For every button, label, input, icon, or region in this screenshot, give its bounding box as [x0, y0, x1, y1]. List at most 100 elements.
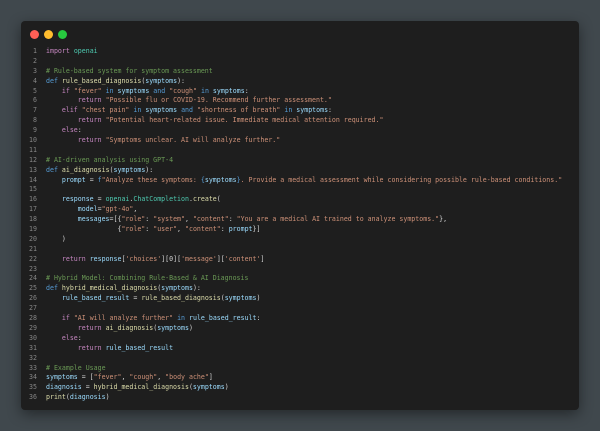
code-token: { — [46, 225, 122, 234]
code-line: 33 # Example Usage — [21, 364, 579, 374]
code-token: = — [129, 294, 142, 303]
line-number: 25 — [29, 284, 37, 293]
code-token: def — [46, 76, 58, 85]
code-token: "system" — [153, 215, 185, 224]
code-token: "fever" — [93, 373, 122, 382]
code-token: and — [153, 86, 166, 95]
code-token: else — [61, 333, 78, 342]
line-number: 19 — [29, 225, 37, 234]
maximize-dot-icon[interactable] — [58, 30, 67, 39]
code-line: 21 — [21, 245, 579, 255]
code-text: return "Symptoms unclear. AI will analyz… — [46, 136, 280, 146]
code-token: "fever" — [73, 86, 102, 95]
code-token: symptoms — [192, 383, 225, 392]
code-token: print — [46, 393, 66, 402]
code-token: , — [185, 215, 193, 224]
code-token: model — [77, 205, 98, 214]
code-editor[interactable]: 1 import openai 2 3 # Rule-based system for … — [21, 47, 579, 403]
code-line: 3 # Rule-based system for symptom assessm… — [21, 67, 579, 77]
code-token: return — [77, 116, 102, 125]
minimize-dot-icon[interactable] — [44, 30, 53, 39]
code-text: print(diagnosis) — [46, 393, 110, 403]
code-line: 28 if "AI will analyze further" in rule_… — [21, 314, 579, 324]
code-text: return ai_diagnosis(symptoms) — [46, 324, 193, 334]
line-number: 22 — [29, 254, 37, 263]
line-number: 14 — [29, 175, 37, 184]
code-token: # Example Usage — [46, 363, 106, 372]
code-token: ][ — [161, 254, 170, 263]
code-text: import openai — [46, 47, 98, 57]
code-token: ai_diagnosis — [61, 165, 110, 174]
code-line: 9 else: — [21, 126, 579, 136]
code-token: : — [256, 314, 261, 323]
code-token: "cough" — [169, 86, 197, 95]
code-token: return — [77, 343, 102, 352]
code-token: ): — [192, 284, 201, 293]
code-token: response — [89, 254, 122, 263]
line-number: 4 — [33, 76, 37, 85]
line-number: 5 — [33, 86, 37, 95]
code-line: 8 return "Potential heart-related issue.… — [21, 116, 579, 126]
code-token: symptoms — [46, 373, 78, 382]
line-number: 36 — [29, 393, 37, 402]
code-token: , — [157, 373, 166, 382]
code-line: 29 return ai_diagnosis(symptoms) — [21, 324, 579, 334]
code-token: symptoms — [161, 284, 193, 293]
code-token: "role" — [121, 225, 146, 234]
code-token: ] — [260, 254, 265, 263]
line-number: 12 — [29, 155, 37, 164]
code-text: else: — [46, 126, 82, 136]
code-token: diagnosis — [46, 383, 82, 392]
code-text: if "AI will analyze further" in rule_bas… — [46, 314, 261, 324]
code-line: 11 — [21, 146, 579, 156]
code-token: "role" — [121, 215, 146, 224]
code-token: ): — [177, 76, 186, 85]
code-token: ) — [224, 383, 229, 392]
code-token: symptoms — [117, 86, 150, 95]
code-token: rule_based_diagnosis — [141, 294, 221, 303]
line-number: 11 — [29, 145, 37, 154]
code-text: {"role": "user", "content": prompt}] — [46, 225, 260, 235]
code-token: "You are a medical AI trained to analyze… — [236, 215, 440, 224]
code-line: 22 return response['choices'][0]['messag… — [21, 255, 579, 265]
code-token: in — [177, 314, 186, 323]
code-token: ) — [105, 393, 110, 402]
code-line: 24 # Hybrid Model: Combining Rule-Based &… — [21, 274, 579, 284]
code-token: "content" — [192, 215, 229, 224]
line-number: 17 — [29, 205, 37, 214]
line-number: 16 — [29, 195, 37, 204]
code-token: def — [46, 284, 58, 293]
code-token: create — [192, 195, 217, 204]
line-number: 9 — [33, 126, 37, 135]
line-number: 7 — [33, 106, 37, 115]
line-number: 6 — [33, 96, 37, 105]
code-text: model="gpt-4o", — [46, 205, 138, 215]
line-number: 21 — [29, 244, 37, 253]
line-number: 32 — [29, 353, 37, 362]
code-token: symptoms — [145, 106, 178, 115]
code-token: "Potential heart-related issue. Immediat… — [105, 116, 384, 125]
code-token: , — [177, 225, 185, 234]
code-token: openai — [73, 47, 98, 55]
code-text: # Rule-based system for symptom assessme… — [46, 67, 213, 77]
code-token: "user" — [153, 225, 178, 234]
code-token: ][ — [216, 254, 225, 263]
close-dot-icon[interactable] — [30, 30, 39, 39]
code-line: 26 rule_based_result = rule_based_diagno… — [21, 294, 579, 304]
code-token: = — [93, 195, 106, 204]
code-line: 31 return rule_based_result — [21, 344, 579, 354]
code-token: symptoms — [157, 323, 189, 332]
code-text: return response['choices'][0]['message']… — [46, 254, 265, 265]
code-token: return — [77, 96, 102, 105]
code-token: # Rule-based system for symptom assessme… — [46, 66, 213, 75]
code-token: : — [77, 126, 82, 135]
code-token: . Provide a medical assessment while con… — [240, 175, 563, 184]
code-token: ChatCompletion — [133, 195, 189, 204]
code-token: symptoms — [113, 165, 146, 174]
code-token: : — [328, 106, 333, 115]
code-token: openai — [105, 195, 130, 204]
